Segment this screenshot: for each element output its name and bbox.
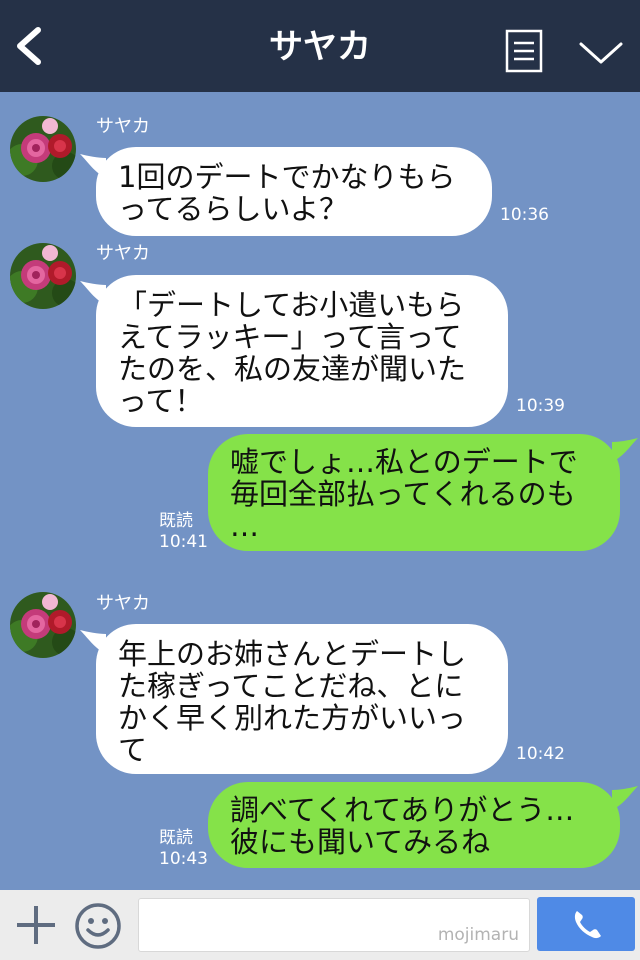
outgoing-message[interactable]: 嘘でしょ…私とのデートで 毎回全部払ってくれるのも … [208,434,620,551]
phone-icon [574,911,601,939]
incoming-message[interactable]: 1回のデートでかなりもら ってるらしいよ？ [96,147,492,236]
message-time: 10:36 [500,205,549,225]
message-input[interactable]: mojimaru [138,898,530,952]
rose-avatar [10,243,76,309]
chevron-left-icon [17,27,41,65]
watermark: mojimaru [437,925,519,945]
bubble-tail [612,786,638,810]
chat-area[interactable]: サヤカ 1回のデートでかなりもら ってるらしいよ？ 10:36 サヤカ 「デート… [0,92,640,890]
avatar[interactable] [10,592,76,658]
message-time: 10:39 [516,396,565,416]
read-receipt: 既読 [159,511,193,531]
outgoing-message[interactable]: 調べてくれてありがとう… 彼にも聞いてみるね [208,782,620,868]
menu-icon [505,29,543,73]
avatar[interactable] [10,116,76,182]
input-bar: mojimaru [0,890,640,960]
sticker-button[interactable] [74,902,122,950]
incoming-message[interactable]: 年上のお姉さんとデートし た稼ぎってことだね、とに かく早く別れた方がいいっ て [96,624,508,774]
chevron-down-icon [579,42,623,64]
smile-icon [75,903,121,949]
sender-name: サヤカ [96,116,150,137]
plus-icon [17,906,55,944]
message-time: 10:41 [159,532,208,552]
bubble-tail [612,438,638,462]
message-time: 10:43 [159,849,208,869]
read-receipt: 既読 [159,828,193,848]
sender-name: サヤカ [96,243,150,264]
rose-avatar [10,116,76,182]
message-time: 10:42 [516,744,565,764]
avatar[interactable] [10,243,76,309]
incoming-message[interactable]: 「デートしてお小遣いもら えてラッキー」って言って たのを、私の友達が聞いた っ… [96,275,508,427]
add-button[interactable] [14,903,58,947]
sender-name: サヤカ [96,593,150,614]
menu-button[interactable] [505,29,543,73]
chat-header: サヤカ [0,0,640,92]
chat-title: サヤカ [269,27,371,67]
rose-avatar [10,592,76,658]
back-button[interactable] [10,24,54,68]
collapse-button[interactable] [576,36,626,72]
call-button[interactable] [537,897,635,951]
